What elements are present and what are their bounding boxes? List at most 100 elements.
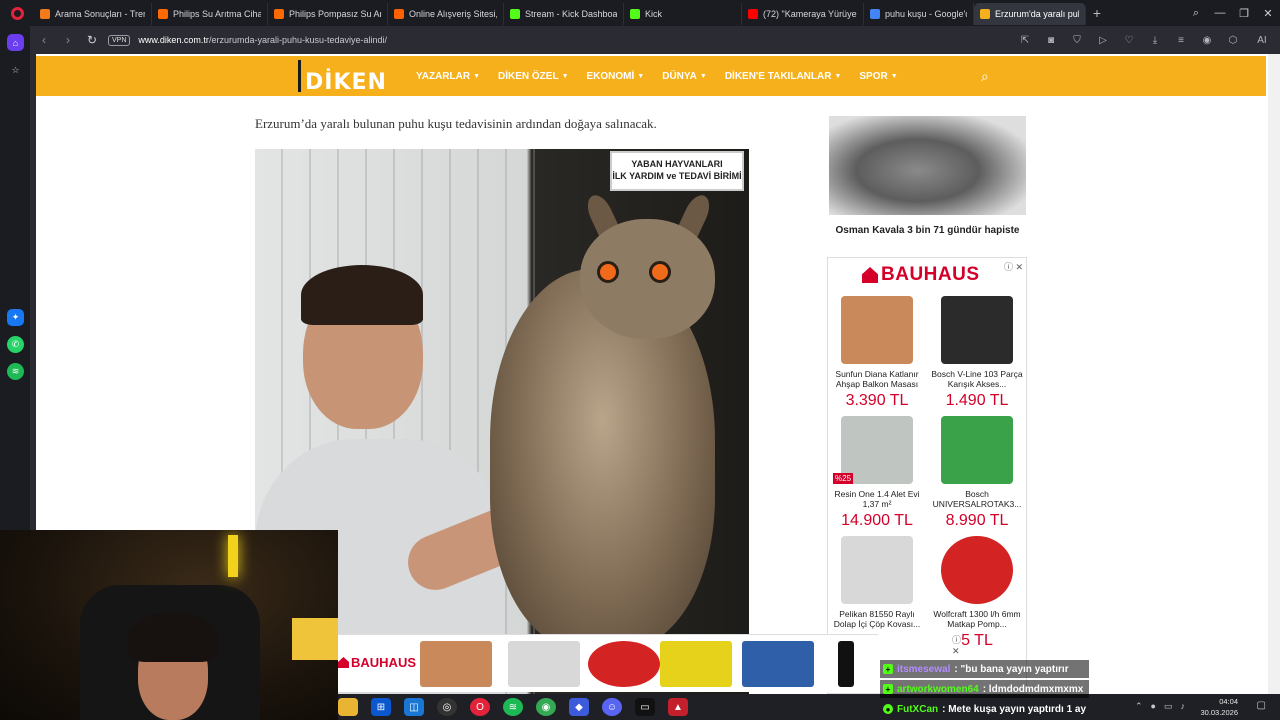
clock[interactable]: 04:04 30.03.2026 [1200,696,1238,718]
chat-text: : "bu bana yayın yaptırır [954,663,1069,675]
tab-trendyol[interactable]: Arama Sonuçları - Trendyo [34,3,152,25]
strip-product-tool[interactable] [742,641,814,687]
tab-diken-active[interactable]: Erzurum'da yaralı puhu ku [974,3,1086,25]
minimize-button[interactable]: — [1208,7,1232,20]
home-icon[interactable]: ⌂ [7,34,24,51]
ad-product[interactable]: Bosch V-Line 103 Parça Karışık Akses... … [928,296,1026,410]
chat-text: : Mete kuşa yayın yaptırdı 1 ay [942,703,1087,715]
menu-item-yazarlar[interactable]: YAZARLAR ▼ [416,71,480,82]
background-monitor [292,618,338,660]
strip-product-bin[interactable] [508,641,580,687]
download-icon[interactable]: ⤓ [1146,35,1164,46]
strip-product-squeegee[interactable] [660,641,732,687]
menu-item-dunya[interactable]: DÜNYA ▼ [662,71,707,82]
diken-logo[interactable]: DİKEN [298,58,387,95]
chat-username: itsmesewal [897,663,951,675]
ad-product[interactable]: Pelikan 81550 Raylı Dolap İçi Çöp Kovası… [828,536,926,629]
messenger-icon[interactable]: ✦ [7,309,24,326]
tab-title: Stream - Kick Dashboard [525,9,617,19]
new-tab-button[interactable]: + [1086,5,1108,21]
heart-icon[interactable]: ♡ [1120,35,1138,46]
discord-icon[interactable]: ☺ [602,698,622,716]
bauhaus-ad[interactable]: ⓘ ✕ BAUHAUS Sunfun Diana Katlanır Ahşap … [827,257,1027,694]
tab-kick-dashboard[interactable]: Stream - Kick Dashboard [504,3,624,25]
product-name: Wolfcraft 1300 l/h 6mm Matkap Pomp... [933,609,1021,629]
share-icon[interactable]: ⇱ [1016,35,1034,46]
volume-icon[interactable]: ♪ [1181,701,1186,712]
vpn-badge[interactable]: VPN [108,34,131,46]
sidebar-news-photo[interactable] [829,116,1026,215]
opera-menu-button[interactable] [0,0,34,26]
app-icon[interactable]: ◫ [404,698,424,716]
whatsapp-icon[interactable]: ✆ [7,336,24,353]
maximize-button[interactable]: ❐ [1232,7,1256,20]
streamer-webcam [0,530,338,720]
search-tabs-icon[interactable]: ⌕ [1184,7,1208,20]
tab-bar: Arama Sonuçları - Trendyo Philips Su Arı… [0,0,1280,26]
url-field[interactable]: www.diken.com.tr/erzurumda-yarali-puhu-k… [138,35,1008,45]
profile-icon[interactable]: ◉ [1198,35,1216,46]
menu-item-ekonomi[interactable]: EKONOMİ ▼ [587,71,645,82]
sidebar-news-caption[interactable]: Osman Kavala 3 bin 71 gündür hapiste [829,225,1026,236]
bottom-sticky-ad[interactable]: BAUHAUS ⓘ ✕ [338,634,961,692]
ad-product[interactable]: Wolfcraft 1300 l/h 6mm Matkap Pomp... 5 … [928,536,1026,650]
search-icon[interactable]: ⌕ [981,68,989,85]
ad-product[interactable]: Bosch UNIVERSALROTAK3... 8.990 TL [928,416,1026,530]
opera-logo-icon [10,6,24,20]
tab-google[interactable]: puhu kuşu - Google'da Ar [864,3,974,25]
ad-info-close-icon[interactable]: ⓘ ✕ [952,633,961,657]
chat-username: artworkwomen64 [897,683,979,695]
owl-eye [649,261,671,283]
chat-badge-icon: ● [883,704,893,714]
app-icon[interactable]: ▲ [668,698,688,716]
mic-icon[interactable]: ● [1151,701,1156,712]
menu-item-spor[interactable]: SPOR ▼ [859,71,897,82]
table-product-image [841,296,913,364]
article-lead: Erzurum’da yaralı bulunan puhu kuşu teda… [255,116,657,131]
ad-info-close-icon[interactable]: ⓘ ✕ [1004,260,1023,273]
strip-product-bit[interactable] [838,641,854,687]
scrollbar[interactable] [1268,54,1280,694]
terminal-icon[interactable]: ▭ [635,698,655,716]
chevron-down-icon: ▼ [637,72,645,80]
back-icon[interactable]: ‹ [36,33,52,47]
start-icon[interactable]: ⊞ [371,698,391,716]
notification-icon[interactable]: ▢ [1257,700,1266,711]
forward-icon[interactable]: › [60,33,76,47]
ai-button[interactable]: AI [1250,35,1274,46]
spotify-icon[interactable]: ≋ [503,698,523,716]
chevron-up-icon[interactable]: ⌃ [1135,701,1143,712]
menu-icon[interactable]: ≡ [1172,35,1190,46]
ad-product[interactable]: %25 Resin One 1.4 Alet Evi 1,37 m² 14.90… [828,416,926,530]
chrome-icon[interactable]: ◉ [536,698,556,716]
app-icon[interactable]: ◆ [569,698,589,716]
strip-product-pump[interactable] [588,641,660,687]
tab-philips-2[interactable]: Philips Pompasız Su Arıtm [268,3,388,25]
star-icon[interactable]: ☆ [7,62,24,79]
tab-philips-1[interactable]: Philips Su Arıtma Cihazı M [152,3,268,25]
obs-icon[interactable]: ◎ [437,698,457,716]
streamer-hair [128,612,218,662]
extensions-icon[interactable]: ⬡ [1224,35,1242,46]
strip-product-table[interactable] [420,641,492,687]
menu-item-takilanlar[interactable]: DİKEN'E TAKILANLAR ▼ [725,71,842,82]
menu-label: DÜNYA [662,70,697,82]
tab-title: Erzurum'da yaralı puhu ku [995,9,1079,19]
shield-icon[interactable]: ⛉ [1068,35,1086,46]
network-icon[interactable]: ▭ [1164,701,1173,712]
menu-item-diken-ozel[interactable]: DİKEN ÖZEL ▼ [498,71,569,82]
spotify-icon[interactable]: ≋ [7,363,24,380]
play-icon[interactable]: ▷ [1094,35,1112,46]
url-path: /erzurumda-yarali-puhu-kusu-tedaviye-ali… [208,35,388,45]
opera-icon[interactable]: O [470,698,490,716]
file-explorer-icon[interactable] [338,698,358,716]
reload-icon[interactable]: ↻ [84,33,100,47]
tab-kick[interactable]: Kick [624,3,742,25]
taskbar: ⊞ ◫ ◎ O ≋ ◉ ◆ ☺ ▭ ▲ ⌃ ● ▭ ♪ 04:04 30.03.… [338,694,1280,720]
brand-text: BAUHAUS [881,264,980,285]
tab-online-shopping[interactable]: Online Alışveriş Sitesi, Tür [388,3,504,25]
ad-product[interactable]: Sunfun Diana Katlanır Ahşap Balkon Masas… [828,296,926,410]
close-window-button[interactable]: ✕ [1256,7,1280,20]
camera-icon[interactable]: ◙ [1042,35,1060,46]
tab-youtube[interactable]: (72) "Kameraya Yürüyen D [742,3,864,25]
